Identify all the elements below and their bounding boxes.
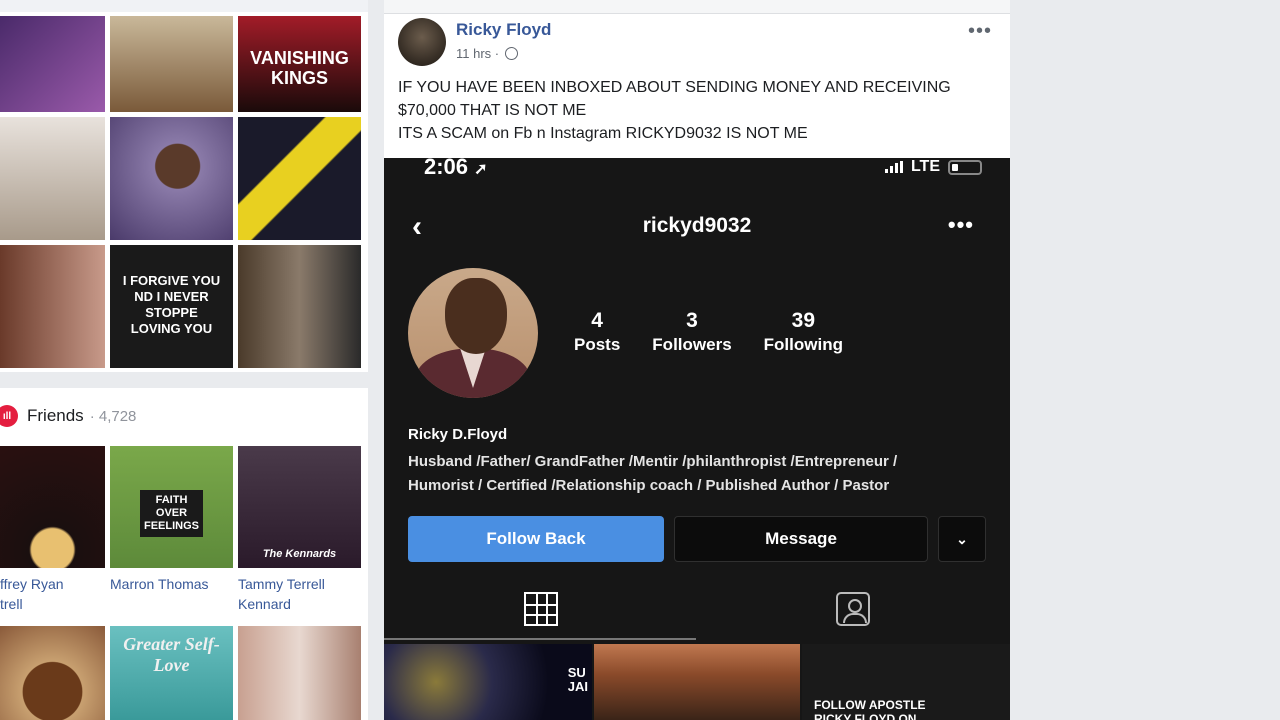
message-button: Message — [674, 516, 928, 562]
column-gutter — [368, 0, 384, 720]
ig-thumb-2 — [594, 644, 800, 720]
post-author-name[interactable]: Ricky Floyd — [456, 20, 551, 40]
friends-header[interactable]: ıll Friends · 4,728 — [0, 400, 136, 432]
post-message-line-1: IF YOU HAVE BEEN INBOXED ABOUT SENDING M… — [398, 79, 951, 96]
grid-icon — [524, 592, 558, 626]
status-time: 2:06 ➚ — [424, 158, 488, 179]
forgive-quote-text: I FORGIVE YOU ND I NEVER STOPPE LOVING Y… — [122, 273, 221, 336]
status-indicators: LTE — [884, 158, 982, 176]
battery-icon — [948, 159, 982, 175]
instagram-screenshot[interactable]: 2:06 ➚ LTE ‹ rickyd9032 ••• 4 Posts 3 Fo… — [384, 158, 1010, 720]
friend-name-1[interactable]: ffrey Ryan trell — [0, 574, 64, 614]
friend-photo-6[interactable] — [238, 626, 361, 720]
kennards-text: The Kennards — [262, 548, 337, 560]
post-timestamp[interactable]: 11 hrs · — [456, 46, 519, 61]
profile-left-column: VANISHING KINGS I FORGIVE YOU ND I NEVER… — [0, 0, 368, 720]
friend-photo-3[interactable]: The Kennards — [238, 446, 361, 568]
photo-apostle-flyer[interactable] — [238, 117, 361, 240]
photo-forgive-quote[interactable]: I FORGIVE YOU ND I NEVER STOPPE LOVING Y… — [110, 245, 233, 368]
friends-count: · 4,728 — [89, 407, 137, 425]
photo-graduation-flyer[interactable] — [0, 117, 105, 240]
post-time-text: 11 hrs · — [456, 46, 500, 61]
ig-profile-picture — [408, 268, 538, 398]
friend-name-2[interactable]: Marron Thomas — [110, 574, 209, 594]
tagged-icon — [836, 592, 870, 626]
top-strip — [0, 0, 368, 12]
signal-icon — [884, 161, 903, 173]
ig-profile-tabs — [384, 578, 1010, 642]
post-header: Ricky Floyd 11 hrs · ••• — [398, 18, 998, 70]
ig-stats: 4 Posts 3 Followers 39 Following — [574, 308, 875, 356]
faith-shirt-text: FAITH OVER FEELINGS — [140, 490, 203, 537]
friend-photo-4[interactable] — [0, 626, 105, 720]
friend-photo-1[interactable] — [0, 446, 105, 568]
feed-post: Ricky Floyd 11 hrs · ••• IF YOU HAVE BEE… — [384, 0, 1010, 720]
photo-couple-event[interactable] — [0, 16, 105, 112]
follow-back-button: Follow Back — [408, 516, 664, 562]
section-divider — [0, 372, 368, 388]
chevron-down-icon: ⌄ — [938, 516, 986, 562]
ig-username: rickyd9032 — [642, 214, 752, 237]
post-options-icon[interactable]: ••• — [968, 20, 992, 43]
globe-icon — [505, 47, 519, 60]
ig-thumb-1-text: SU JAI — [567, 665, 588, 694]
friend-photo-5[interactable]: Greater Self-Love — [110, 626, 233, 720]
friends-icon: ıll — [0, 405, 18, 427]
post-message: IF YOU HAVE BEEN INBOXED ABOUT SENDING M… — [398, 76, 998, 145]
ig-thumb-1: SU JAI — [384, 644, 592, 720]
author-avatar[interactable] — [398, 18, 446, 66]
network-label: LTE — [910, 158, 940, 175]
photo-vanishing-kings[interactable]: VANISHING KINGS — [238, 16, 361, 112]
stat-posts: 4 Posts — [574, 309, 621, 354]
post-top-edge — [384, 0, 1010, 14]
friend-name-3[interactable]: Tammy Terrell Kennard — [238, 574, 325, 614]
active-tab-underline — [384, 638, 696, 640]
screenshot-stage: VANISHING KINGS I FORGIVE YOU ND I NEVER… — [0, 0, 1280, 720]
right-empty-area — [1010, 0, 1280, 720]
friend-photo-2[interactable]: FAITH OVER FEELINGS — [110, 446, 233, 568]
photo-family-selfie[interactable] — [110, 117, 233, 240]
post-message-line-3: ITS A SCAM on Fb n Instagram RICKYD9032 … — [398, 125, 808, 142]
greater-self-love-text: Greater Self-Love — [123, 634, 220, 675]
stat-followers: 3 Followers — [652, 309, 732, 354]
photo-couple-smiling[interactable] — [0, 245, 105, 368]
avatar-head — [445, 278, 507, 354]
friends-title[interactable]: Friends — [27, 406, 84, 426]
photo-speaker[interactable] — [110, 16, 233, 112]
ig-display-name: Ricky D.Floyd — [408, 426, 508, 443]
ig-bio: Husband /Father/ GrandFather /Mentir /ph… — [408, 453, 898, 494]
post-message-line-2: $70,000 THAT IS NOT ME — [398, 102, 587, 119]
ig-thumb-3-text: FOLLOW APOSTLE RICKY FLOYD ON — [814, 698, 926, 720]
ig-post-grid: SU JAI FOLLOW APOSTLE RICKY FLOYD ON — [384, 644, 1010, 720]
vanishing-kings-title: VANISHING KINGS — [250, 48, 349, 88]
photo-handshake[interactable] — [238, 245, 361, 368]
ig-thumb-3: FOLLOW APOSTLE RICKY FLOYD ON — [802, 644, 1010, 720]
ig-options-icon: ••• — [947, 212, 974, 237]
stat-following: 39 Following — [763, 309, 843, 354]
location-arrow-icon: ➚ — [474, 161, 488, 178]
